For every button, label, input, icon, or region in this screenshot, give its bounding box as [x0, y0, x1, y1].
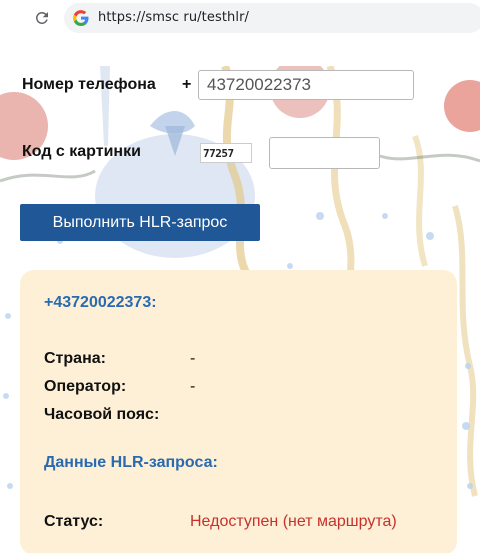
captcha-image: 77257 [200, 143, 252, 163]
hlr-data-heading: Данные HLR-запроса: [44, 454, 218, 471]
result-phone-heading: +43720022373: [44, 294, 157, 311]
status-value: Недоступен (нет маршрута) [190, 513, 397, 530]
hlr-submit-button[interactable]: Выполнить HLR-запрос [20, 204, 260, 241]
browser-toolbar: https://smsc ru/testhlr/ [0, 0, 480, 66]
plus-sign: + [182, 76, 192, 93]
timezone-label: Часовой пояс: [44, 406, 160, 423]
status-label: Статус: [44, 513, 104, 530]
phone-label: Номер телефона [22, 76, 156, 93]
google-icon [73, 10, 89, 26]
captcha-code: 77257 [203, 147, 234, 160]
operator-value: - [190, 378, 196, 395]
country-label: Страна: [44, 350, 106, 367]
result-panel: +43720022373: Страна: - Оператор: - Часо… [20, 270, 457, 553]
captcha-label: Код с картинки [22, 143, 141, 160]
page-content: Номер телефона + Код с картинки 77257 Вы… [0, 66, 480, 553]
url-text: https://smsc ru/testhlr/ [98, 10, 249, 25]
country-value: - [190, 350, 196, 367]
operator-label: Оператор: [44, 378, 127, 395]
phone-input[interactable] [198, 70, 414, 100]
reload-icon[interactable] [30, 6, 54, 30]
address-bar[interactable]: https://smsc ru/testhlr/ [64, 3, 480, 33]
captcha-input[interactable] [269, 137, 380, 169]
